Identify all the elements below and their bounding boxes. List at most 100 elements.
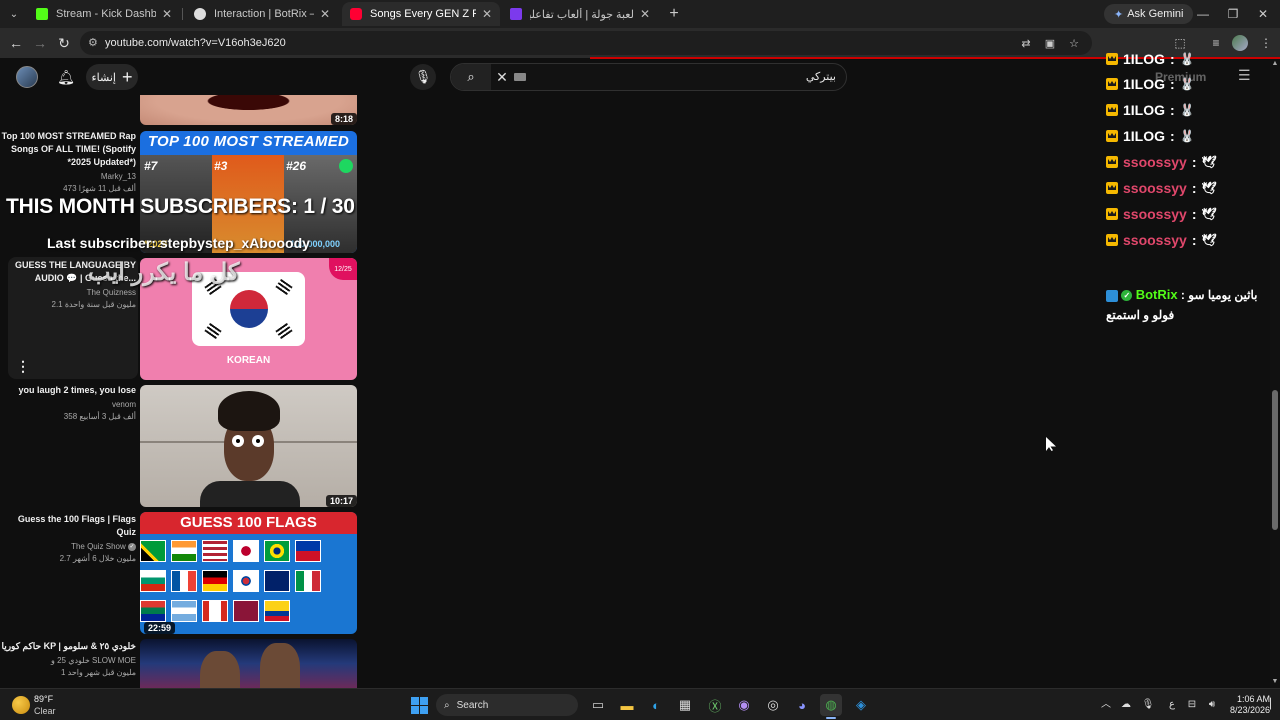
chat-username: ssoossyy — [1123, 232, 1187, 248]
more-actions-icon[interactable]: ⋮ — [16, 359, 30, 373]
microphone-tray-icon[interactable]: 🎙︎ — [1140, 697, 1156, 713]
chat-separator: : — [1191, 232, 1197, 248]
video-thumbnail[interactable]: 10:17 — [140, 385, 357, 507]
tab-botrix[interactable]: Interaction | BotRix — Cloud Str ✕ — [186, 2, 338, 26]
chat-separator: : — [1170, 128, 1175, 144]
video-duration: 8:18 — [330, 113, 357, 125]
twitch-studio-icon[interactable]: ◉ — [733, 694, 755, 716]
botrix-app-icon[interactable]: ◈ — [850, 694, 872, 716]
onedrive-cloud-icon[interactable]: ☁ — [1118, 697, 1134, 713]
volume-icon[interactable]: 🔊︎ — [1204, 697, 1220, 713]
search-input[interactable]: بيتركي — [806, 70, 836, 83]
media-controls-icon[interactable]: ≡ — [1206, 33, 1226, 53]
profile-avatar[interactable] — [1232, 35, 1248, 51]
scroll-down-arrow-icon[interactable]: ▼ — [1271, 678, 1279, 686]
scroll-up-arrow-icon[interactable]: ▲ — [1271, 60, 1279, 68]
channel-name[interactable]: خلودي 25 و SLOW MOE — [0, 654, 136, 667]
bookmark-star-icon[interactable]: ☆ — [1066, 35, 1082, 51]
clear-search-icon[interactable]: ✕ — [493, 68, 511, 86]
recommendation-item[interactable]: you laugh 2 times, you lose venom 358 أل… — [0, 384, 360, 507]
close-tab-icon[interactable]: ✕ — [162, 7, 172, 21]
recommendation-item[interactable]: Guess the 100 Flags | Flags Quiz The Qui… — [0, 511, 360, 634]
extensions-icon[interactable]: ⬚ — [1170, 33, 1190, 53]
create-button[interactable]: إنشاء + — [86, 64, 138, 90]
reload-icon[interactable]: ↻ — [54, 33, 74, 53]
search-icon[interactable]: ⌕ — [451, 64, 491, 90]
tab-search-menu-icon[interactable]: ⌄ — [4, 4, 24, 24]
keyboard-icon[interactable] — [514, 73, 526, 81]
show-hidden-icons-icon[interactable]: ︿ — [1098, 697, 1114, 713]
tab-kick-dashboard[interactable]: Stream - Kick Dashboard ✕ — [28, 2, 180, 26]
chat-message: ssoossyy: 🕊 — [1106, 178, 1217, 198]
flag-spacer — [326, 570, 352, 592]
input-language-icon[interactable]: ع — [1164, 697, 1180, 713]
close-tab-icon[interactable]: ✕ — [640, 7, 650, 21]
video-thumbnail[interactable]: GUESS 100 FLAGS 22:59 — [140, 512, 357, 634]
back-icon[interactable]: ← — [6, 33, 26, 53]
tab-youtube-active[interactable]: Songs Every GEN Z Remember ✕ — [342, 2, 500, 26]
chat-message: 1ILOG: 🐰 — [1106, 74, 1195, 94]
ask-gemini-button[interactable]: ✦ Ask Gemini — [1104, 4, 1194, 24]
guide-menu-icon[interactable]: ☰ — [1238, 68, 1254, 82]
file-explorer-icon[interactable]: ▬ — [616, 694, 638, 716]
weather-moon-icon[interactable] — [12, 696, 30, 714]
forward-icon[interactable]: → — [30, 33, 50, 53]
browser-menu-icon[interactable]: ⋮ — [1256, 33, 1276, 53]
minimize-window-icon[interactable]: — — [1188, 4, 1218, 24]
channel-name[interactable]: The Quizness — [0, 286, 136, 299]
close-window-icon[interactable]: ✕ — [1248, 4, 1278, 24]
close-tab-icon[interactable]: ✕ — [482, 7, 492, 21]
gemini-sparkle-icon: ✦ — [1114, 8, 1124, 21]
microsoft-store-icon[interactable]: ▦ — [674, 694, 696, 716]
chat-username: 1ILOG — [1123, 51, 1166, 67]
video-title[interactable]: حاكم كوريا KP | خلودي ٢٥ & سلومو — [0, 640, 136, 653]
recommendation-item[interactable]: 8:18 — [0, 95, 360, 125]
search-box[interactable]: ⌕ ✕ بيتركي — [450, 63, 847, 91]
obs-app-icon[interactable]: ◎ — [762, 694, 784, 716]
weather-condition[interactable]: Clear — [34, 706, 56, 716]
chat-emote: 🐰 — [1179, 52, 1195, 66]
page-scrollbar[interactable] — [1270, 59, 1280, 688]
edge-browser-icon[interactable]: ◐ — [645, 694, 667, 716]
chat-emote: 🕊 — [1201, 233, 1217, 247]
jawla-favicon-icon — [510, 8, 522, 20]
discord-icon[interactable]: ◕ — [791, 694, 813, 716]
new-tab-button[interactable]: + — [664, 4, 684, 24]
notifications-icon[interactable]: ▏ — [1270, 697, 1278, 713]
close-tab-icon[interactable]: ✕ — [320, 7, 330, 21]
taegeuk-symbol — [230, 290, 268, 328]
recommendation-item[interactable]: حاكم كوريا KP | خلودي ٢٥ & سلومو خلودي 2… — [0, 638, 360, 688]
weather-temperature[interactable]: 89°F — [34, 694, 53, 704]
network-icon[interactable]: ⊟ — [1184, 697, 1200, 713]
xbox-icon[interactable]: Ⓧ — [704, 694, 726, 716]
voice-search-mic-icon[interactable]: 🎙︎ — [410, 64, 436, 90]
translate-icon[interactable]: ⇄ — [1018, 35, 1034, 51]
video-title[interactable]: Top 100 MOST STREAMED Rap Songs OF ALL T… — [0, 130, 136, 169]
video-title[interactable]: you laugh 2 times, you lose — [0, 384, 136, 397]
address-bar[interactable]: ⚙ youtube.com/watch?v=V16oh3eJ620 ⇄ ▣ ☆ — [80, 31, 1092, 55]
recommendation-item[interactable]: Top 100 MOST STREAMED Rap Songs OF ALL T… — [0, 130, 360, 253]
taskbar-search[interactable]: ⌕ Search — [436, 694, 578, 716]
browser-tab-strip: ⌄ Stream - Kick Dashboard ✕ Interaction … — [0, 0, 1280, 28]
chat-separator: : — [1170, 102, 1175, 118]
address-url: youtube.com/watch?v=V16oh3eJ620 — [105, 37, 286, 49]
taskbar-clock[interactable]: 1:06 AM 8/23/2026 — [1226, 694, 1270, 716]
channel-name[interactable]: The Quiz Show ✓ — [0, 540, 136, 553]
restore-window-icon[interactable]: ❐ — [1218, 4, 1248, 24]
scrollbar-thumb[interactable] — [1272, 390, 1278, 530]
video-stats: 473 ألف قبل 11 شهرًا — [63, 184, 136, 193]
account-avatar[interactable] — [16, 66, 38, 88]
start-windows-icon[interactable] — [408, 694, 430, 716]
site-info-icon[interactable]: ⚙ — [88, 36, 102, 50]
video-thumbnail[interactable]: 8:18 — [140, 95, 357, 125]
browser-toolbar: ← → ↻ ⚙ youtube.com/watch?v=V16oh3eJ620 … — [0, 28, 1280, 58]
channel-name[interactable]: venom — [0, 398, 136, 411]
video-thumbnail[interactable] — [140, 639, 357, 688]
channel-name[interactable]: Marky_13 — [0, 170, 136, 183]
cast-icon[interactable]: ▣ — [1042, 35, 1058, 51]
tab-jawla-game[interactable]: لعبة جولة | ألعاب تفاعلية للبث الـ ✕ — [502, 2, 658, 26]
chrome-icon[interactable]: ◍ — [820, 694, 842, 716]
task-view-icon[interactable]: ▭ — [587, 694, 609, 716]
notifications-bell-icon[interactable]: 🔔︎ — [56, 67, 76, 87]
video-title[interactable]: Guess the 100 Flags | Flags Quiz — [0, 513, 136, 539]
